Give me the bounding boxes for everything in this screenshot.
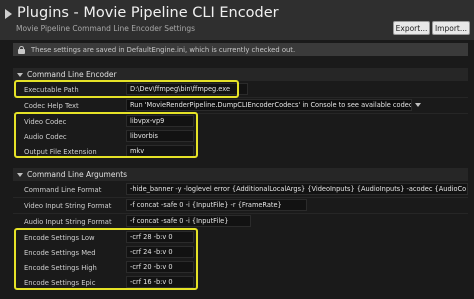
section-command-line-arguments[interactable]: Command Line Arguments: [13, 168, 468, 181]
encode-settings-low-field[interactable]: -crf 28 -b:v 0: [126, 231, 194, 243]
video-input-string-format-field[interactable]: -f concat -safe 0 -i {InputFile} -r {Fra…: [126, 199, 307, 211]
setting-label: Video Input String Format: [24, 201, 112, 210]
collapse-arrow-icon[interactable]: [5, 8, 12, 19]
setting-row-encode-settings-low: Encode Settings Low -crf 28 -b:v 0: [13, 230, 468, 245]
setting-label: Encode Settings Epic: [24, 278, 96, 287]
setting-row-video-codec: Video Codec libvpx-vp9: [13, 114, 468, 129]
audio-codec-field[interactable]: libvorbis: [126, 130, 194, 142]
setting-row-executable-path: Executable Path D:\Dev\ffmpeg\bin\ffmpeg…: [13, 82, 468, 97]
chevron-down-icon: [17, 172, 23, 177]
setting-row-codec-help-text: Codec Help Text Run 'MovieRenderPipeline…: [13, 98, 468, 113]
setting-label: Audio Codec: [24, 132, 67, 141]
config-notice: These settings are saved in DefaultEngin…: [13, 43, 468, 56]
dropdown-arrow-icon[interactable]: [415, 103, 421, 107]
setting-row-encode-settings-med: Encode Settings Med -crf 24 -b:v 0: [13, 245, 468, 260]
setting-label: Encode Settings Low: [24, 233, 95, 242]
setting-row-audio-codec: Audio Codec libvorbis: [13, 129, 468, 144]
setting-label: Encode Settings Med: [24, 248, 96, 257]
chevron-down-icon: [17, 72, 23, 77]
section-label: Command Line Encoder: [27, 70, 117, 79]
import-button[interactable]: Import...: [432, 21, 470, 35]
setting-label: Executable Path: [24, 85, 79, 94]
setting-label: Video Codec: [24, 117, 67, 126]
section-label: Command Line Arguments: [27, 170, 128, 179]
page-title: Plugins - Movie Pipeline CLI Encoder: [17, 5, 279, 21]
settings-header: Plugins - Movie Pipeline CLI Encoder Mov…: [0, 0, 474, 40]
page-subtitle: Movie Pipeline Command Line Encoder Sett…: [16, 24, 196, 33]
executable-path-field[interactable]: D:\Dev\ffmpeg\bin\ffmpeg.exe: [126, 83, 248, 95]
audio-input-string-format-field[interactable]: -f concat -safe 0 -i {InputFile}: [126, 215, 251, 227]
setting-row-output-file-extension: Output File Extension mkv: [13, 144, 468, 159]
setting-label: Command Line Format: [24, 185, 102, 194]
video-codec-field[interactable]: libvpx-vp9: [126, 115, 194, 127]
setting-row-command-line-format: Command Line Format -hide_banner -y -log…: [13, 182, 468, 197]
encode-settings-med-field[interactable]: -crf 24 -b:v 0: [126, 246, 194, 258]
lock-icon: [18, 45, 25, 54]
encode-settings-high-field[interactable]: -crf 20 -b:v 0: [126, 261, 194, 273]
setting-label: Output File Extension: [24, 147, 97, 156]
setting-label: Encode Settings High: [24, 263, 97, 272]
encode-settings-epic-field[interactable]: -crf 16 -b:v 0: [126, 276, 194, 288]
title-row: Plugins - Movie Pipeline CLI Encoder: [5, 3, 279, 23]
codec-help-text-field[interactable]: Run 'MovieRenderPipeline.DumpCLIEncoderC…: [126, 99, 412, 111]
setting-row-encode-settings-high: Encode Settings High -crf 20 -b:v 0: [13, 260, 468, 275]
setting-row-encode-settings-epic: Encode Settings Epic -crf 16 -b:v 0: [13, 275, 468, 290]
setting-row-audio-input-string-format: Audio Input String Format -f concat -saf…: [13, 214, 468, 229]
notice-text: These settings are saved in DefaultEngin…: [31, 45, 296, 54]
output-file-extension-field[interactable]: mkv: [126, 145, 194, 157]
section-command-line-encoder[interactable]: Command Line Encoder: [13, 68, 468, 81]
command-line-format-field[interactable]: -hide_banner -y -loglevel error {Additio…: [126, 183, 468, 195]
setting-row-video-input-string-format: Video Input String Format -f concat -saf…: [13, 198, 468, 213]
export-button[interactable]: Export...: [393, 21, 430, 35]
setting-label: Codec Help Text: [24, 101, 79, 110]
setting-label: Audio Input String Format: [24, 217, 112, 226]
